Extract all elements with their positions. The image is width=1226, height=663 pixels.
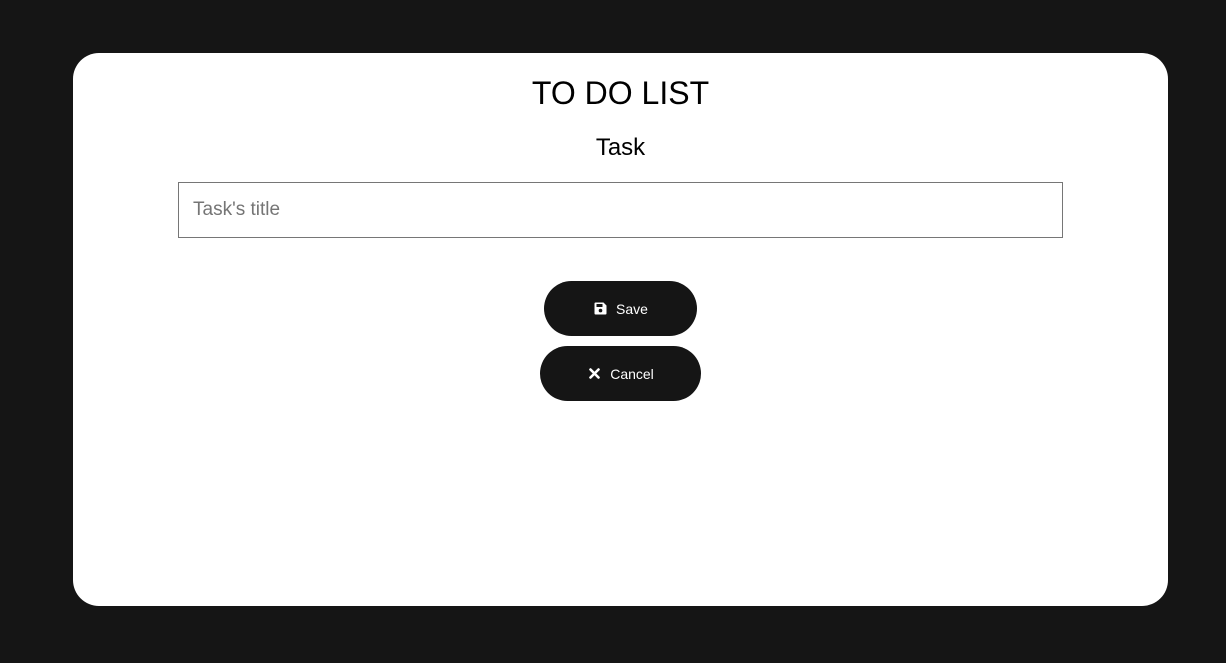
close-icon: [587, 367, 601, 381]
floppy-disk-icon: [593, 302, 607, 316]
task-title-input[interactable]: [178, 182, 1063, 238]
cancel-button[interactable]: Cancel: [540, 346, 701, 401]
save-button[interactable]: Save: [544, 281, 697, 336]
section-title: Task: [595, 134, 646, 161]
task-form-card: TO DO LIST Task Save Cancel: [73, 53, 1168, 606]
app-title: TO DO LIST: [531, 75, 710, 111]
cancel-button-label: Cancel: [610, 365, 654, 382]
save-button-label: Save: [616, 300, 648, 317]
